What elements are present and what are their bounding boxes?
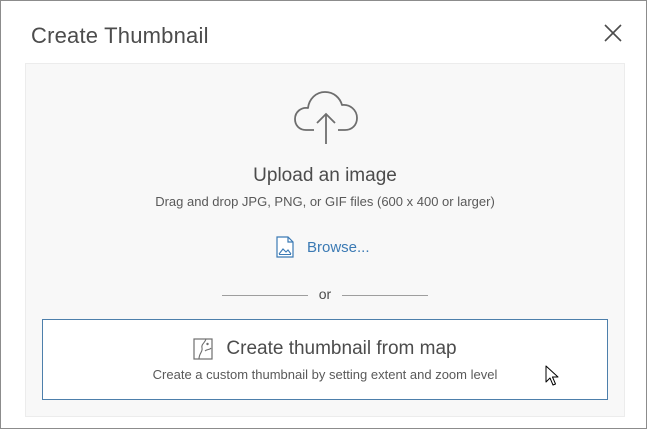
- map-option-title: Create thumbnail from map: [226, 338, 457, 359]
- create-from-map-button[interactable]: Create thumbnail from map Create a custo…: [42, 319, 608, 400]
- image-file-icon: [276, 236, 294, 258]
- map-icon: [193, 338, 213, 360]
- upload-title: Upload an image: [253, 165, 397, 186]
- map-option-subtitle: Create a custom thumbnail by setting ext…: [152, 367, 498, 382]
- or-label: or: [318, 286, 332, 302]
- dialog-title: Create Thumbnail: [31, 23, 209, 48]
- or-divider: or: [222, 286, 428, 304]
- browse-link[interactable]: Browse...: [307, 239, 370, 256]
- cloud-upload-icon: [294, 86, 360, 146]
- map-option-header: Create thumbnail from map: [43, 338, 607, 360]
- close-icon[interactable]: [601, 21, 625, 45]
- browse-button[interactable]: Browse...: [276, 236, 370, 258]
- divider-line-right: [342, 295, 428, 296]
- divider-line-left: [222, 295, 308, 296]
- create-thumbnail-dialog: Create Thumbnail Upload an image Drag an…: [0, 0, 647, 429]
- upload-drop-zone[interactable]: Upload an image Drag and drop JPG, PNG, …: [25, 63, 625, 417]
- mouse-pointer-icon: [545, 365, 559, 387]
- upload-subtitle: Drag and drop JPG, PNG, or GIF files (60…: [155, 194, 495, 209]
